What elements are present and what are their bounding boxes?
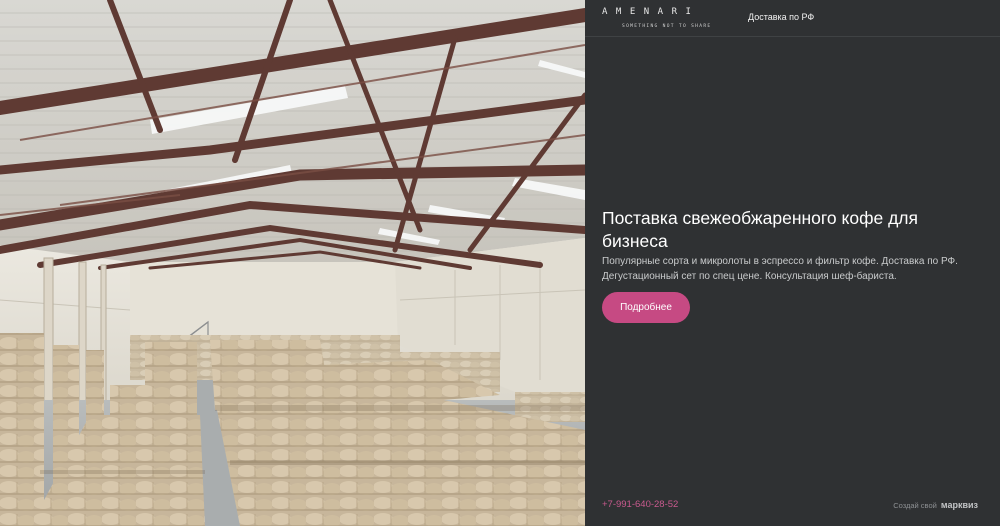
hero-image (0, 0, 585, 526)
hero-description: Популярные сорта и микролоты в эспрессо … (602, 256, 958, 282)
delivery-link[interactable]: Доставка по РФ (748, 12, 814, 22)
phone-link[interactable]: +7-991-640-28-52 (602, 499, 678, 510)
marquiz-credit[interactable]: Создай свой марквиз (893, 500, 978, 510)
credit-text: Создай свой (893, 501, 937, 510)
brand-logo[interactable]: AMENARI SOMETHING NOT TO SHARE (602, 7, 712, 31)
right-panel: AMENARI SOMETHING NOT TO SHARE Доставка … (585, 0, 1000, 526)
logo-wordmark: AMENARI (602, 7, 700, 17)
logo-tagline: SOMETHING NOT TO SHARE (622, 24, 712, 29)
credit-brand: марквиз (940, 500, 978, 510)
top-bar: AMENARI SOMETHING NOT TO SHARE Доставка … (585, 0, 1000, 37)
more-button[interactable]: Подробнее (602, 292, 690, 323)
hero-title: Поставка свежеобжаренного кофе для бизне… (602, 208, 918, 251)
